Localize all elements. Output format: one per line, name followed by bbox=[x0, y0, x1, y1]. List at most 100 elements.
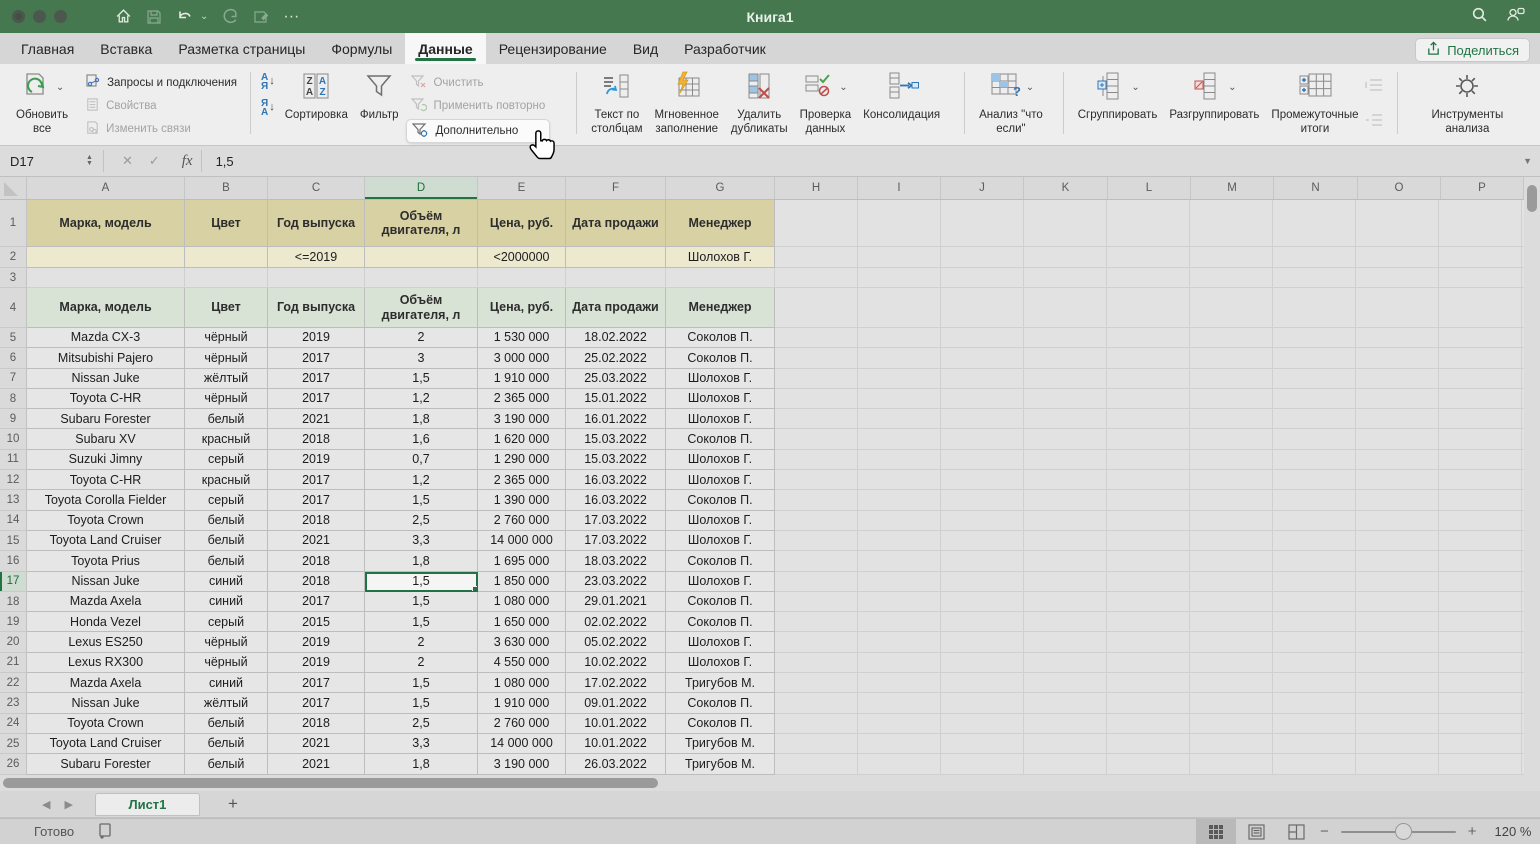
cell-F18[interactable]: 29.01.2021 bbox=[566, 591, 666, 613]
cell-G13[interactable]: Соколов П. bbox=[666, 490, 775, 511]
cell-C16[interactable]: 2018 bbox=[268, 551, 365, 572]
edit-links-button[interactable]: Изменить связи bbox=[80, 119, 242, 138]
cell-E7[interactable]: 1 910 000 bbox=[478, 368, 566, 389]
name-box-stepper[interactable]: ▲ ▼ bbox=[86, 154, 93, 168]
row-header-4[interactable]: 4 bbox=[0, 288, 27, 328]
cell-B9[interactable]: белый bbox=[185, 409, 268, 430]
cell-G2[interactable]: Шолохов Г. bbox=[666, 247, 775, 268]
empty-cells-region[interactable] bbox=[775, 652, 1524, 674]
flash-fill-button[interactable]: Мгновенное заполнение bbox=[648, 70, 724, 137]
redo-icon[interactable] bbox=[222, 8, 239, 25]
hide-detail-icon[interactable] bbox=[1365, 113, 1383, 132]
cell-A25[interactable]: Toyota Land Cruiser bbox=[27, 733, 185, 755]
sheet-tab-list1[interactable]: Лист1 bbox=[94, 792, 200, 816]
cell-F16[interactable]: 18.03.2022 bbox=[566, 551, 666, 572]
cell-D26[interactable]: 1,8 bbox=[365, 754, 478, 775]
cell-F14[interactable]: 17.03.2022 bbox=[566, 510, 666, 531]
cell-F6[interactable]: 25.02.2022 bbox=[566, 348, 666, 369]
cell-G24[interactable]: Соколов П. bbox=[666, 713, 775, 734]
undo-dropdown-icon[interactable]: ⌄ bbox=[200, 11, 208, 22]
cell-C3[interactable] bbox=[268, 268, 365, 288]
row-header-14[interactable]: 14 bbox=[0, 510, 27, 531]
empty-cells-region[interactable] bbox=[775, 409, 1524, 430]
tab-формулы[interactable]: Формулы bbox=[318, 33, 405, 64]
cell-C7[interactable]: 2017 bbox=[268, 368, 365, 389]
cell-C14[interactable]: 2018 bbox=[268, 510, 365, 531]
cell-D4[interactable]: Объём двигателя, л bbox=[365, 288, 478, 328]
cell-D23[interactable]: 1,5 bbox=[365, 693, 478, 714]
cell-C20[interactable]: 2019 bbox=[268, 632, 365, 653]
cell-G9[interactable]: Шолохов Г. bbox=[666, 409, 775, 430]
row-header-15[interactable]: 15 bbox=[0, 530, 27, 552]
row-header-10[interactable]: 10 bbox=[0, 429, 27, 450]
cell-B10[interactable]: красный bbox=[185, 429, 268, 450]
column-header-P[interactable]: P bbox=[1441, 177, 1524, 199]
cell-C10[interactable]: 2018 bbox=[268, 429, 365, 450]
cell-E4[interactable]: Цена, руб. bbox=[478, 288, 566, 328]
cell-D3[interactable] bbox=[365, 268, 478, 288]
analysis-tools-button[interactable]: Инструменты анализа bbox=[1426, 70, 1510, 137]
cell-E22[interactable]: 1 080 000 bbox=[478, 673, 566, 694]
cell-A12[interactable]: Toyota C-HR bbox=[27, 470, 185, 491]
column-header-J[interactable]: J bbox=[941, 177, 1024, 199]
cell-A1[interactable]: Марка, модель bbox=[27, 200, 185, 247]
cell-A5[interactable]: Mazda CX-3 bbox=[27, 328, 185, 349]
cell-D18[interactable]: 1,5 bbox=[365, 591, 478, 613]
cell-B13[interactable]: серый bbox=[185, 490, 268, 511]
cell-E2[interactable]: <2000000 bbox=[478, 247, 566, 268]
cell-G8[interactable]: Шолохов Г. bbox=[666, 388, 775, 410]
cell-A15[interactable]: Toyota Land Cruiser bbox=[27, 530, 185, 552]
more-commands-icon[interactable]: ··· bbox=[283, 8, 299, 26]
cell-A3[interactable] bbox=[27, 268, 185, 288]
row-header-20[interactable]: 20 bbox=[0, 632, 27, 653]
cell-D17[interactable]: 1,5 bbox=[365, 571, 478, 592]
cell-B24[interactable]: белый bbox=[185, 713, 268, 734]
group-button[interactable]: ⌄ Сгруппировать bbox=[1072, 70, 1164, 123]
cell-F23[interactable]: 09.01.2022 bbox=[566, 693, 666, 714]
row-header-9[interactable]: 9 bbox=[0, 409, 27, 430]
cell-D8[interactable]: 1,2 bbox=[365, 388, 478, 410]
cell-G25[interactable]: Тригубов М. bbox=[666, 733, 775, 755]
empty-cells-region[interactable] bbox=[775, 490, 1524, 511]
cell-F20[interactable]: 05.02.2022 bbox=[566, 632, 666, 653]
text-to-columns-button[interactable]: Текст по столбцам bbox=[585, 70, 648, 137]
cell-F25[interactable]: 10.01.2022 bbox=[566, 733, 666, 755]
row-header-19[interactable]: 19 bbox=[0, 612, 27, 633]
cell-G3[interactable] bbox=[666, 268, 775, 288]
cell-C6[interactable]: 2017 bbox=[268, 348, 365, 369]
cell-A17[interactable]: Nissan Juke bbox=[27, 571, 185, 592]
formula-input[interactable]: 1,5 bbox=[216, 154, 234, 169]
cell-F11[interactable]: 15.03.2022 bbox=[566, 449, 666, 471]
cell-B16[interactable]: белый bbox=[185, 551, 268, 572]
cell-C22[interactable]: 2017 bbox=[268, 673, 365, 694]
empty-cells-region[interactable] bbox=[775, 288, 1524, 328]
empty-cells-region[interactable] bbox=[775, 673, 1524, 694]
empty-cells-region[interactable] bbox=[775, 348, 1524, 369]
cell-G11[interactable]: Шолохов Г. bbox=[666, 449, 775, 471]
cell-C17[interactable]: 2018 bbox=[268, 571, 365, 592]
cell-A11[interactable]: Suzuki Jimny bbox=[27, 449, 185, 471]
cell-D16[interactable]: 1,8 bbox=[365, 551, 478, 572]
cell-A22[interactable]: Mazda Axela bbox=[27, 673, 185, 694]
cell-A20[interactable]: Lexus ES250 bbox=[27, 632, 185, 653]
cell-D2[interactable] bbox=[365, 247, 478, 268]
cell-B4[interactable]: Цвет bbox=[185, 288, 268, 328]
cell-E11[interactable]: 1 290 000 bbox=[478, 449, 566, 471]
close-window-button[interactable] bbox=[12, 10, 25, 23]
cell-F12[interactable]: 16.03.2022 bbox=[566, 470, 666, 491]
cell-E15[interactable]: 14 000 000 bbox=[478, 530, 566, 552]
tab-разработчик[interactable]: Разработчик bbox=[671, 33, 779, 64]
cell-D15[interactable]: 3,3 bbox=[365, 530, 478, 552]
cell-B23[interactable]: жёлтый bbox=[185, 693, 268, 714]
cell-E6[interactable]: 3 000 000 bbox=[478, 348, 566, 369]
prev-sheet-icon[interactable]: ◀ bbox=[42, 798, 50, 811]
sort-descending-button[interactable]: Я А ↓ bbox=[261, 99, 275, 117]
row-header-13[interactable]: 13 bbox=[0, 490, 27, 511]
cell-E21[interactable]: 4 550 000 bbox=[478, 652, 566, 674]
cell-A8[interactable]: Toyota C-HR bbox=[27, 388, 185, 410]
cell-E16[interactable]: 1 695 000 bbox=[478, 551, 566, 572]
empty-cells-region[interactable] bbox=[775, 200, 1524, 247]
cell-C15[interactable]: 2021 bbox=[268, 530, 365, 552]
column-header-A[interactable]: A bbox=[27, 177, 185, 199]
cell-G26[interactable]: Тригубов М. bbox=[666, 754, 775, 775]
